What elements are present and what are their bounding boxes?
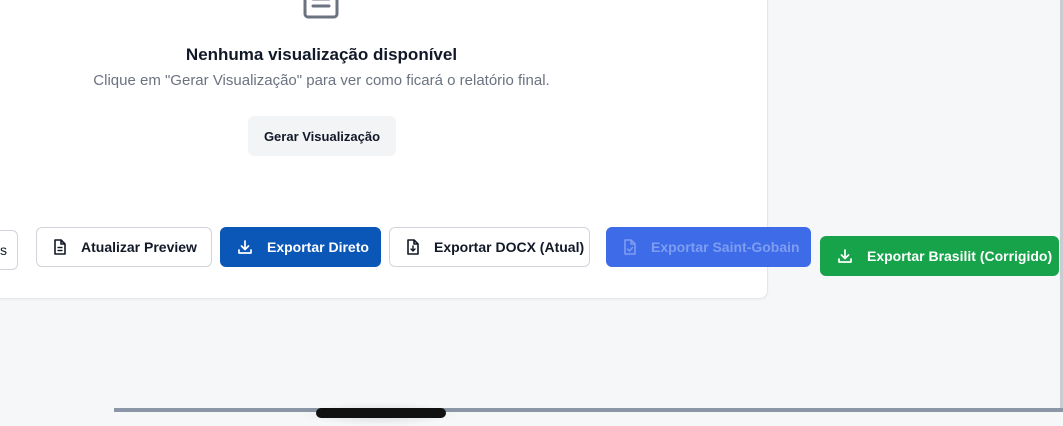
export-saint-gobain-button[interactable]: Exportar Saint-Gobain	[606, 227, 811, 267]
export-direct-button[interactable]: Exportar Direto	[220, 227, 381, 267]
empty-state-title: Nenhuma visualização disponível	[185, 45, 458, 64]
export-docx-label: Exportar DOCX (Atual)	[434, 239, 585, 255]
export-saint-gobain-label: Exportar Saint-Gobain	[651, 239, 800, 255]
export-docx-button[interactable]: Exportar DOCX (Atual)	[389, 227, 590, 267]
update-preview-button[interactable]: Atualizar Preview	[36, 227, 212, 267]
document-icon	[303, 0, 339, 19]
download-icon	[838, 249, 852, 263]
update-preview-label: Atualizar Preview	[81, 239, 197, 255]
empty-state-subtitle: Clique em "Gerar Visualização" para ver …	[93, 72, 550, 89]
horizontal-scrollbar[interactable]	[114, 408, 1063, 412]
floating-bar[interactable]	[316, 408, 446, 418]
generate-preview-button[interactable]: Gerar Visualização	[248, 116, 396, 156]
partial-button[interactable]: s	[0, 230, 18, 270]
export-brasilit-label: Exportar Brasilit (Corrigido)	[867, 248, 1053, 264]
file-download-icon	[407, 239, 419, 255]
partial-button-label: s	[0, 242, 7, 258]
export-brasilit-button[interactable]: Exportar Brasilit (Corrigido)	[820, 236, 1059, 276]
file-check-icon	[624, 239, 636, 255]
file-text-icon	[54, 239, 66, 255]
download-icon	[238, 240, 252, 254]
export-direct-label: Exportar Direto	[267, 239, 369, 255]
